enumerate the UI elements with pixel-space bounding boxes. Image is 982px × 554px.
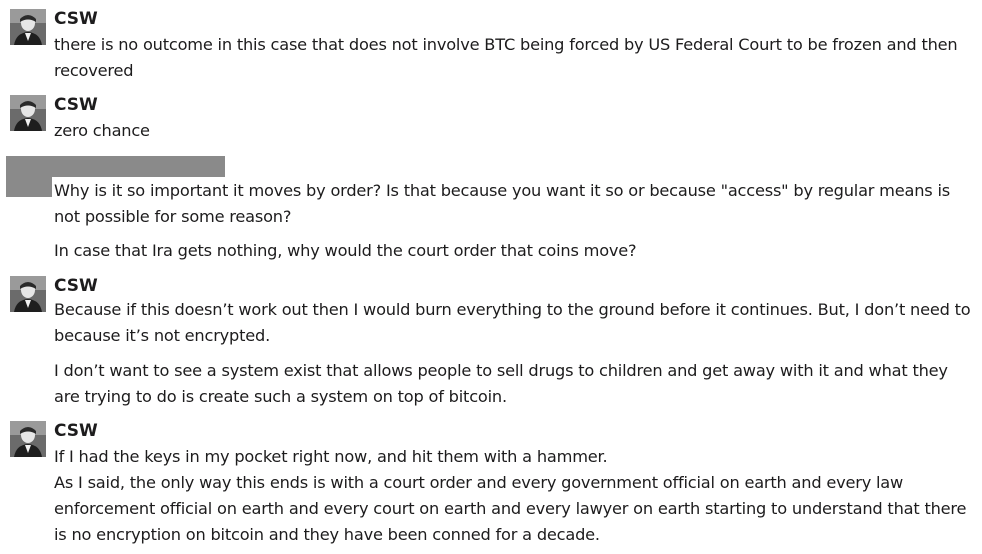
avatar[interactable] [10, 421, 46, 457]
person-photo-icon [10, 95, 46, 131]
person-photo-icon [10, 276, 46, 312]
avatar[interactable] [10, 95, 46, 131]
message-text: As I said, the only way this ends is wit… [54, 473, 967, 544]
message-text: If I had the keys in my pocket right now… [54, 447, 608, 466]
message-author[interactable]: CSW [54, 421, 98, 441]
avatar[interactable] [10, 276, 46, 312]
message-author[interactable]: CSW [54, 95, 98, 115]
message-text: zero chance [54, 121, 150, 140]
message-text: I don’t want to see a system exist that … [54, 361, 948, 406]
avatar[interactable] [10, 9, 46, 45]
message-text: In case that Ira gets nothing, why would… [54, 241, 637, 260]
message-author[interactable]: CSW [54, 276, 98, 296]
message-text: Because if this doesn’t work out then I … [54, 300, 971, 345]
message-text: Why is it so important it moves by order… [54, 181, 951, 226]
redacted-avatar-block [6, 156, 52, 197]
person-photo-icon [10, 9, 46, 45]
person-photo-icon [10, 421, 46, 457]
message-text: there is no outcome in this case that do… [54, 35, 958, 80]
message-author[interactable]: CSW [54, 9, 98, 29]
